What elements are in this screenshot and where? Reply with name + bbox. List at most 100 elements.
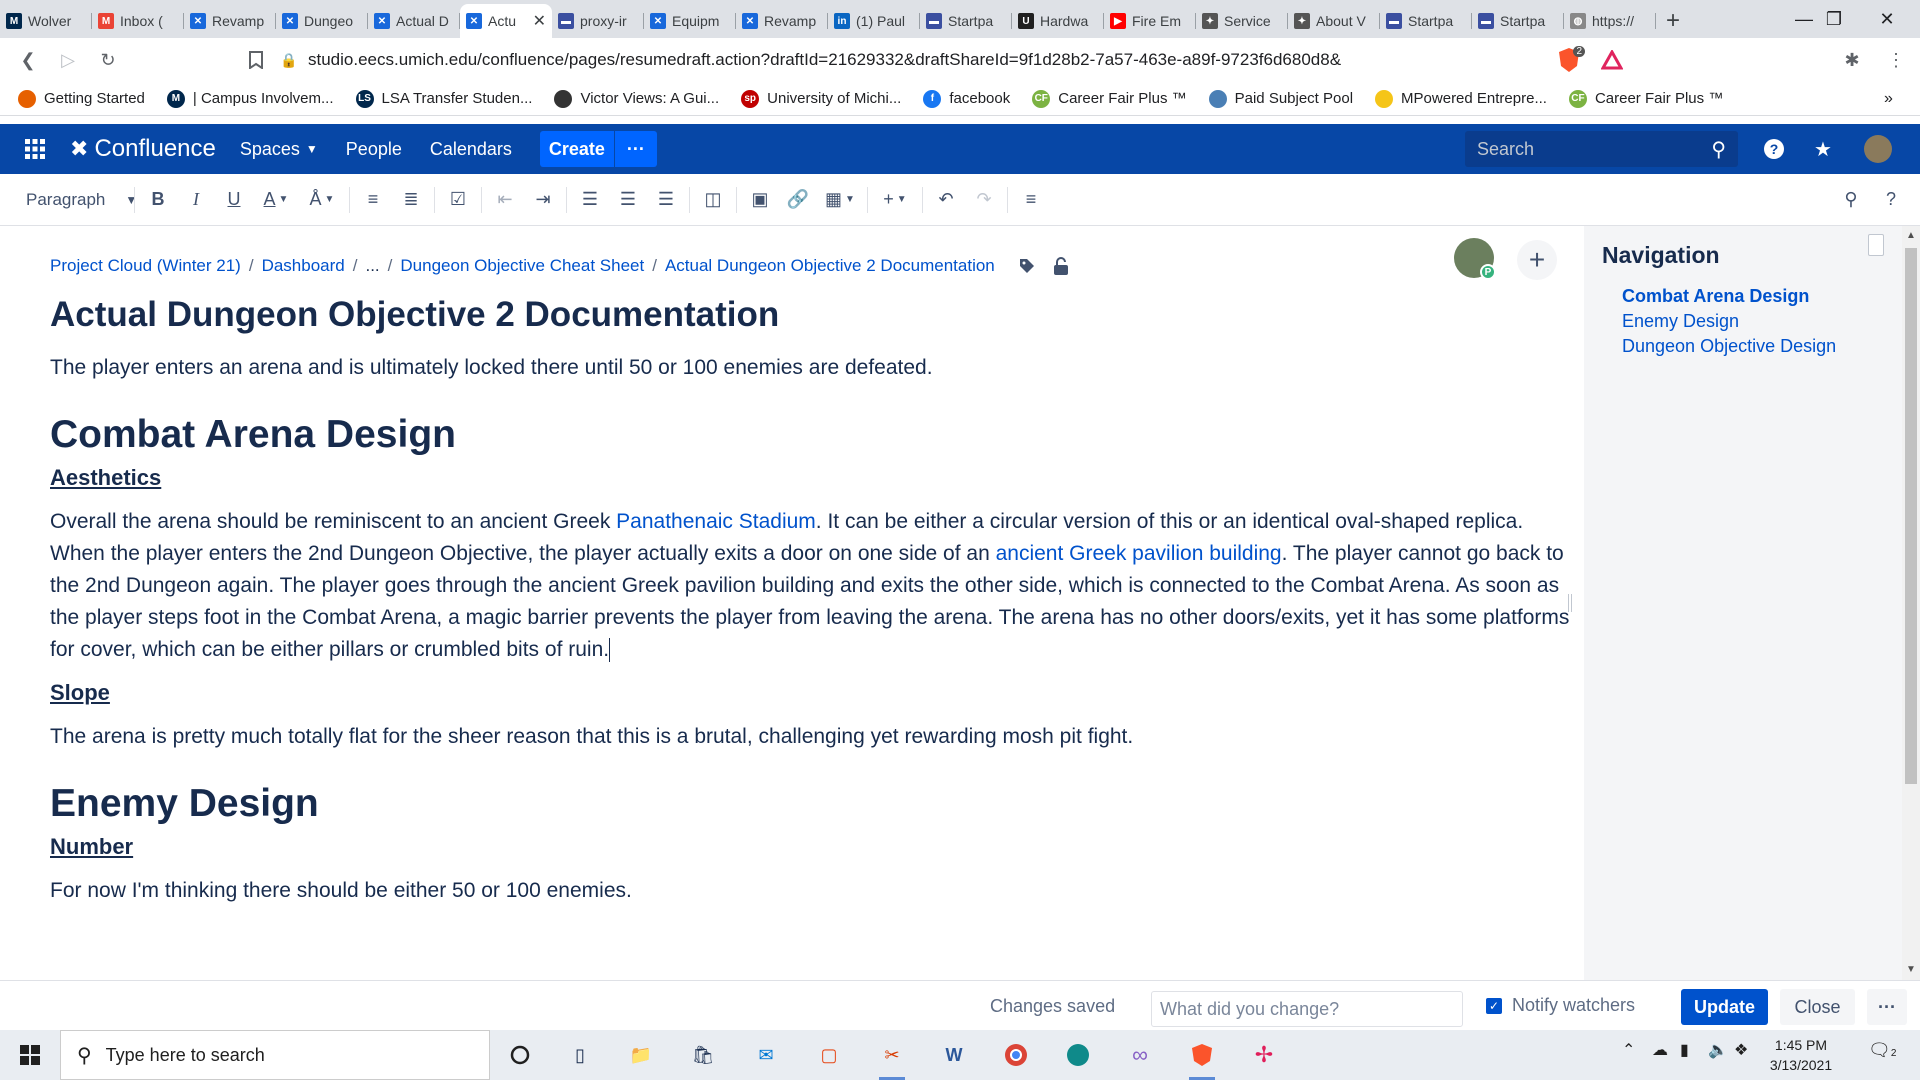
browser-tab[interactable]: ✕ Equipm bbox=[644, 4, 736, 38]
text-color-icon[interactable]: A ▼ bbox=[253, 180, 299, 220]
nav-item-dungeon-objective[interactable]: Dungeon Objective Design bbox=[1622, 336, 1836, 357]
office-icon[interactable]: ▢ bbox=[812, 1038, 846, 1072]
page-scrollbar[interactable]: ▲ ▼ bbox=[1902, 226, 1920, 980]
layout-icon[interactable]: ◫ bbox=[694, 180, 732, 220]
create-more-button[interactable]: ··· bbox=[614, 131, 657, 167]
browser-tab[interactable]: in (1) Paul bbox=[828, 4, 920, 38]
restrictions-lock-icon[interactable] bbox=[1051, 256, 1071, 276]
subheading-number[interactable]: Number bbox=[50, 832, 1570, 862]
breadcrumb-item[interactable]: Actual Dungeon Objective 2 Documentation bbox=[665, 256, 995, 276]
browser-tab-active[interactable]: ✕ Actu ✕ bbox=[460, 4, 552, 38]
greek-pavilion-link[interactable]: ancient Greek pavilion building bbox=[996, 542, 1282, 565]
browser-tab[interactable]: ✦ Service bbox=[1196, 4, 1288, 38]
browser-tab[interactable]: ▬ proxy-ir bbox=[552, 4, 644, 38]
mail-icon[interactable]: ✉ bbox=[749, 1038, 783, 1072]
add-collaborator-button[interactable]: + bbox=[1517, 240, 1557, 280]
back-icon[interactable]: ❮ bbox=[8, 40, 48, 80]
browser-tab[interactable]: ✕ Dungeo bbox=[276, 4, 368, 38]
brave-shield-icon[interactable]: 2 bbox=[1553, 44, 1585, 76]
number-paragraph[interactable]: For now I'm thinking there should be eit… bbox=[50, 875, 1570, 907]
change-comment-input[interactable] bbox=[1151, 991, 1463, 1027]
browser-tab[interactable]: M Inbox ( bbox=[92, 4, 184, 38]
notifications-center-icon[interactable]: 🗨2 bbox=[1868, 1040, 1896, 1061]
user-avatar[interactable] bbox=[1864, 135, 1892, 163]
slack-icon[interactable]: ✢ bbox=[1247, 1038, 1281, 1072]
taskbar-search[interactable]: ⚲ Type here to search bbox=[60, 1030, 490, 1080]
show-hidden-icons[interactable]: ⌃ bbox=[1622, 1040, 1635, 1060]
aesthetics-paragraph[interactable]: Overall the arena should be reminiscent … bbox=[50, 506, 1570, 666]
omnibox[interactable]: 🔒 studio.eecs.umich.edu/confluence/pages… bbox=[280, 43, 1600, 77]
bookmark-item[interactable]: f facebook bbox=[923, 89, 1010, 108]
breadcrumb-item[interactable]: Project Cloud (Winter 21) bbox=[50, 256, 241, 276]
breadcrumb-ellipsis[interactable]: ... bbox=[365, 256, 379, 276]
scroll-thumb[interactable] bbox=[1905, 248, 1917, 784]
bookmark-item[interactable]: MPowered Entrepre... bbox=[1375, 89, 1547, 108]
subheading-aesthetics[interactable]: Aesthetics bbox=[50, 463, 1570, 493]
browser-tab[interactable]: U Hardwa bbox=[1012, 4, 1104, 38]
task-view-icon[interactable]: ▯ bbox=[563, 1038, 597, 1072]
spaces-menu[interactable]: Spaces ▼ bbox=[240, 139, 318, 160]
breadcrumb-item[interactable]: Dashboard bbox=[262, 256, 345, 276]
nav-item-enemy-design[interactable]: Enemy Design bbox=[1622, 311, 1739, 332]
people-link[interactable]: People bbox=[346, 139, 402, 160]
editor-avatar[interactable]: P bbox=[1454, 238, 1496, 280]
underline-icon[interactable]: U bbox=[215, 180, 253, 220]
nav-item-combat-arena[interactable]: Combat Arena Design bbox=[1622, 286, 1809, 307]
align-left-icon[interactable]: ☰ bbox=[571, 180, 609, 220]
browser-tab[interactable]: ▬ Startpa bbox=[1472, 4, 1564, 38]
outdent-icon[interactable]: ⇤ bbox=[486, 180, 524, 220]
chrome-icon[interactable] bbox=[999, 1038, 1033, 1072]
bookmark-item[interactable]: Getting Started bbox=[18, 89, 145, 108]
more-options-button[interactable]: ··· bbox=[1867, 989, 1907, 1025]
notifications-icon[interactable]: ★ bbox=[1809, 135, 1837, 163]
onedrive-icon[interactable]: ☁ bbox=[1652, 1040, 1668, 1060]
browser-tab[interactable]: ▶ Fire Em bbox=[1104, 4, 1196, 38]
image-icon[interactable]: ▣ bbox=[741, 180, 779, 220]
text-style-icon[interactable]: Å ▼ bbox=[299, 180, 345, 220]
scroll-down-icon[interactable]: ▼ bbox=[1906, 964, 1916, 975]
task-checkbox-icon[interactable]: ☑ bbox=[439, 180, 477, 220]
close-tab-icon[interactable]: ✕ bbox=[533, 11, 546, 31]
visual-studio-icon[interactable]: ∞ bbox=[1123, 1038, 1157, 1072]
create-button[interactable]: Create bbox=[539, 131, 614, 167]
table-icon[interactable]: ▦ ▼ bbox=[817, 180, 863, 220]
bookmark-item[interactable]: LS LSA Transfer Studen... bbox=[355, 89, 532, 108]
close-window-icon[interactable]: ✕ bbox=[1858, 0, 1916, 38]
close-button[interactable]: Close bbox=[1780, 989, 1855, 1025]
word-icon[interactable]: W bbox=[937, 1038, 971, 1072]
file-explorer-icon[interactable]: 📁 bbox=[624, 1038, 658, 1072]
calendars-link[interactable]: Calendars bbox=[430, 139, 512, 160]
link-icon[interactable]: 🔗 bbox=[779, 180, 817, 220]
bookmark-item[interactable]: M | Campus Involvem... bbox=[166, 89, 334, 108]
snip-icon[interactable]: ✂ bbox=[875, 1038, 909, 1080]
breadcrumb-item[interactable]: Dungeon Objective Cheat Sheet bbox=[400, 256, 644, 276]
indent-icon[interactable]: ⇥ bbox=[524, 180, 562, 220]
volume-icon[interactable]: 🔈 bbox=[1708, 1040, 1728, 1060]
bookmark-item[interactable]: sp University of Michi... bbox=[741, 89, 901, 108]
system-clock[interactable]: 1:45 PM 3/13/2021 bbox=[1766, 1035, 1836, 1075]
align-center-icon[interactable]: ☰ bbox=[609, 180, 647, 220]
redo-icon[interactable]: ↷ bbox=[965, 180, 1003, 220]
store-icon[interactable]: 🛍 bbox=[686, 1038, 720, 1072]
browser-tab[interactable]: ▬ Startpa bbox=[1380, 4, 1472, 38]
page-layout-icon[interactable]: ≡ bbox=[1012, 180, 1050, 220]
document-body[interactable]: Actual Dungeon Objective 2 Documentation… bbox=[50, 290, 1570, 907]
browser-tab[interactable]: ✕ Revamp bbox=[184, 4, 276, 38]
browser-tab[interactable]: M Wolver bbox=[0, 4, 92, 38]
numbered-list-icon[interactable]: ≣ bbox=[392, 180, 430, 220]
app-switcher-icon[interactable] bbox=[0, 124, 70, 174]
italic-icon[interactable]: I bbox=[177, 180, 215, 220]
panathenaic-stadium-link[interactable]: Panathenaic Stadium bbox=[616, 510, 816, 533]
bookmark-item[interactable]: Paid Subject Pool bbox=[1208, 89, 1353, 108]
cortana-icon[interactable] bbox=[503, 1038, 537, 1072]
browser-tab[interactable]: ◍ https:// bbox=[1564, 4, 1656, 38]
editor-content[interactable]: Project Cloud (Winter 21) / Dashboard / … bbox=[0, 226, 1584, 980]
confluence-logo[interactable]: ✖ Confluence bbox=[70, 135, 216, 163]
panel-handle[interactable] bbox=[1868, 234, 1884, 256]
section-heading-enemy-design[interactable]: Enemy Design bbox=[50, 779, 1570, 829]
section-heading-combat-arena[interactable]: Combat Arena Design bbox=[50, 410, 1570, 460]
bookmark-item[interactable]: Victor Views: A Gui... bbox=[554, 89, 719, 108]
browser-tab[interactable]: ▬ Startpa bbox=[920, 4, 1012, 38]
bookmark-item[interactable]: CF Career Fair Plus ™ bbox=[1568, 89, 1723, 108]
extensions-icon[interactable]: ✱ bbox=[1836, 44, 1868, 76]
